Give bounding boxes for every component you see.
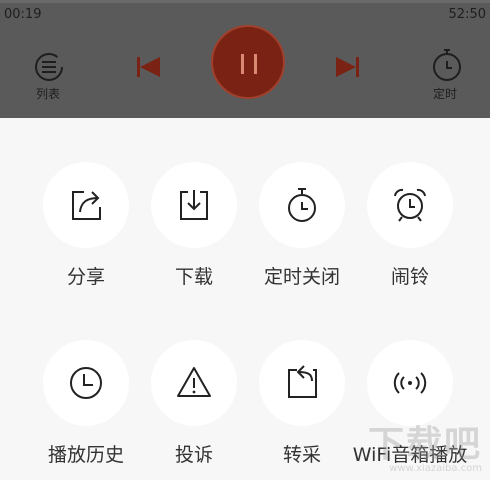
download-circle[interactable] xyxy=(151,162,237,248)
next-button[interactable] xyxy=(334,56,360,78)
download-action[interactable]: 下载 xyxy=(134,162,254,289)
previous-button[interactable] xyxy=(136,56,162,78)
elapsed-time: 00:19 xyxy=(4,7,42,22)
alarm-circle[interactable] xyxy=(367,162,453,248)
share-icon xyxy=(72,191,101,220)
stopwatch-icon xyxy=(288,188,316,222)
history-action[interactable]: 播放历史 xyxy=(26,340,146,467)
next-icon xyxy=(336,57,359,77)
repost-label: 转采 xyxy=(282,444,321,466)
watermark-text: 下载吧 xyxy=(367,424,482,465)
alarm-action[interactable]: 闹铃 xyxy=(350,162,470,289)
history-label: 播放历史 xyxy=(47,444,124,466)
report-action[interactable]: 投诉 xyxy=(134,340,254,467)
timer-button[interactable] xyxy=(431,48,463,82)
repost-icon xyxy=(288,365,317,398)
action-sheet: 分享 下载 定时关闭 闹铃 播放历史 投诉 转采 WiFi音箱播放 下载吧 ww… xyxy=(0,118,490,480)
previous-icon xyxy=(137,57,160,77)
alarm-clock-icon xyxy=(394,188,426,222)
warning-icon xyxy=(177,367,211,397)
pause-button[interactable] xyxy=(211,25,285,99)
timer-label: 定时 xyxy=(433,87,458,101)
download-label: 下载 xyxy=(174,266,213,288)
progress-track[interactable] xyxy=(0,0,490,3)
wifi-speaker-icon xyxy=(393,372,427,394)
pause-icon xyxy=(241,54,244,74)
report-circle[interactable] xyxy=(151,340,237,426)
history-circle[interactable] xyxy=(43,340,129,426)
playlist-label: 列表 xyxy=(36,87,61,101)
share-label: 分享 xyxy=(66,266,105,288)
clock-icon xyxy=(70,367,102,399)
pause-icon xyxy=(254,54,257,74)
repost-circle[interactable] xyxy=(259,340,345,426)
playlist-button[interactable] xyxy=(32,52,66,82)
total-duration: 52:50 xyxy=(448,7,486,22)
player-bar: 00:19 52:50 列表 定时 xyxy=(0,0,490,118)
download-icon xyxy=(180,190,208,220)
watermark-logo: 下载吧 www.xiazaiba.com xyxy=(367,424,482,475)
stopwatch-icon xyxy=(433,49,461,81)
repost-action[interactable]: 转采 xyxy=(242,340,362,467)
alarm-label: 闹铃 xyxy=(390,266,429,288)
sleep-timer-action[interactable]: 定时关闭 xyxy=(242,162,362,289)
report-label: 投诉 xyxy=(174,444,213,466)
sleep-timer-label: 定时关闭 xyxy=(263,266,340,288)
share-action[interactable]: 分享 xyxy=(26,162,146,289)
sleep-timer-circle[interactable] xyxy=(259,162,345,248)
share-circle[interactable] xyxy=(43,162,129,248)
wifi-speaker-circle[interactable] xyxy=(367,340,453,426)
playlist-icon xyxy=(35,53,63,81)
